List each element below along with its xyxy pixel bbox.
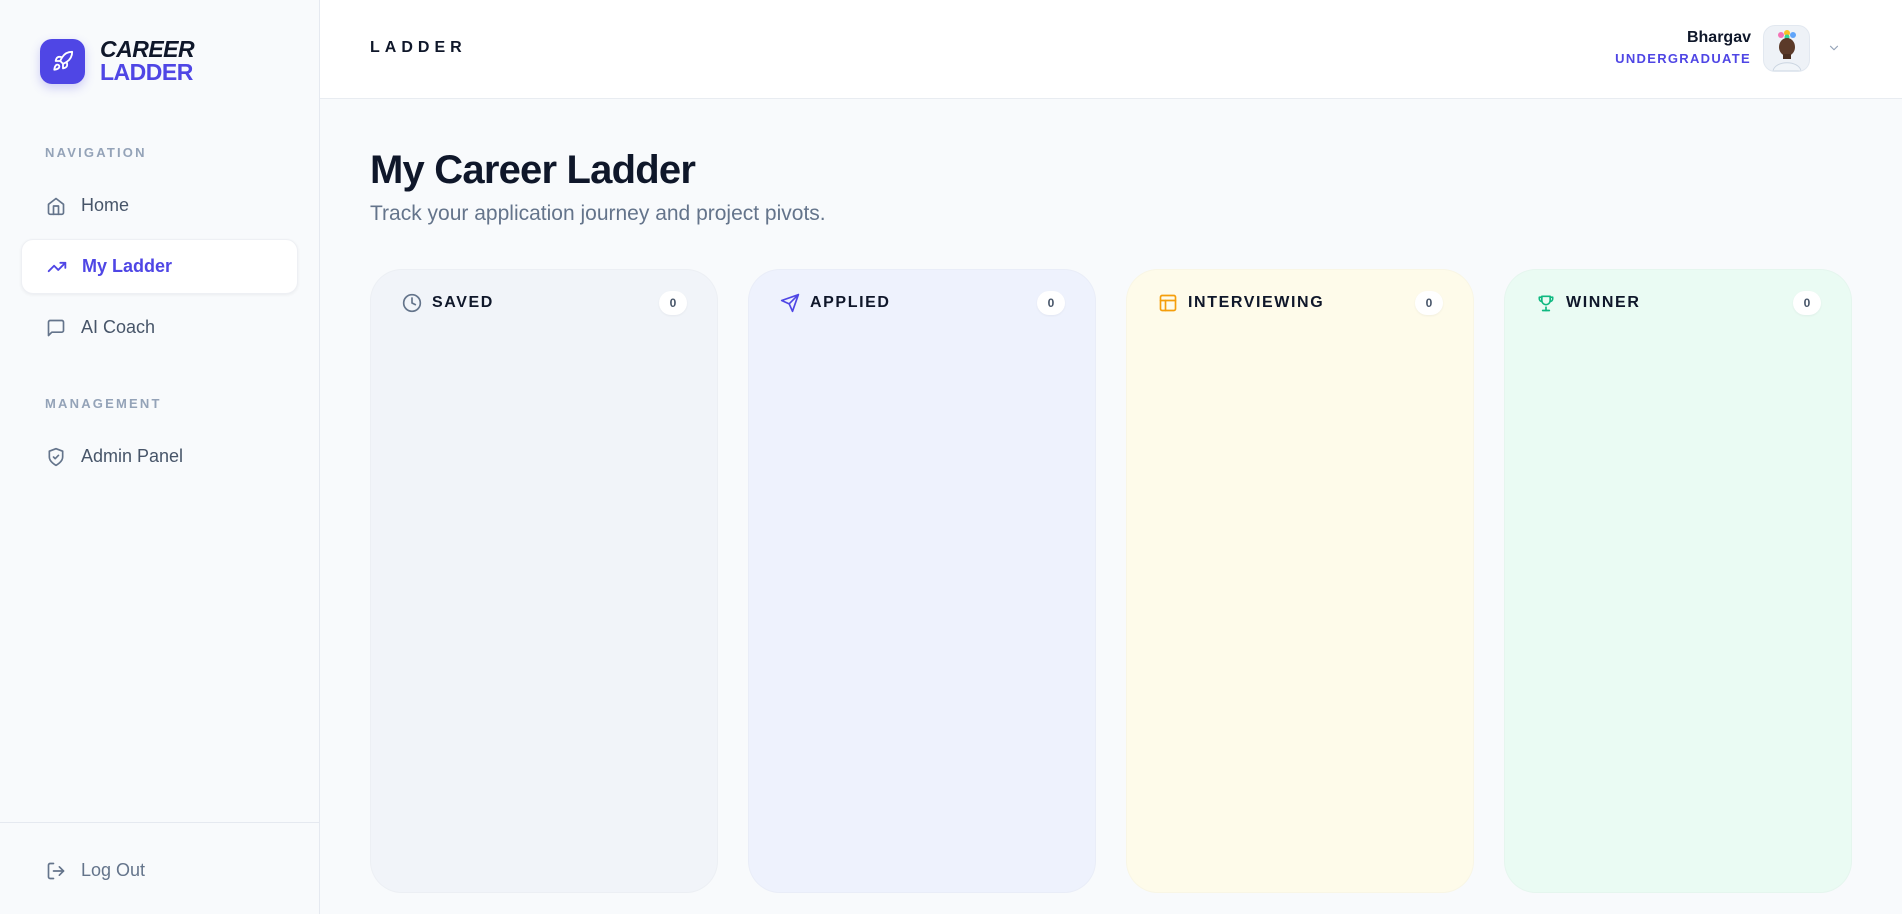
column-header: SAVED 0 (401, 290, 687, 316)
shield-icon (45, 446, 67, 468)
header-title: LADDER (370, 39, 467, 56)
logout-label: Log Out (81, 860, 146, 880)
column-header: INTERVIEWING 0 (1157, 290, 1443, 316)
page-title: My Career Ladder (370, 148, 696, 192)
sidebar-divider (0, 822, 320, 823)
sidebar-item-label: AI Coach (81, 317, 156, 337)
clock-icon (401, 292, 423, 314)
brand-line-1: CAREER (100, 36, 195, 62)
brand-line-2: LADDER (100, 59, 193, 85)
sidebar-item-my-ladder[interactable]: My Ladder (21, 239, 298, 294)
rocket-icon (40, 38, 85, 84)
column-label: WINNER (1566, 294, 1641, 311)
kanban-board: SAVED 0 APPLIED 0 INTERVIEWING 0 WINNER … (370, 269, 1852, 893)
user-name: Bhargav (1686, 29, 1751, 46)
trending-up-icon (46, 256, 68, 278)
column-header: WINNER 0 (1535, 290, 1821, 316)
sidebar-item-label: Admin Panel (81, 446, 184, 466)
logout-button[interactable]: Log Out (21, 843, 298, 898)
column-saved[interactable]: SAVED 0 (370, 269, 718, 893)
logout-icon (45, 860, 67, 882)
sidebar-item-label: My Ladder (82, 256, 173, 276)
avatar[interactable] (1763, 25, 1810, 72)
sidebar-item-home[interactable]: Home (21, 178, 298, 233)
layout-icon (1157, 292, 1179, 314)
column-label: APPLIED (810, 294, 891, 311)
sidebar-item-admin-panel[interactable]: Admin Panel (21, 429, 298, 484)
column-count-badge: 0 (1793, 291, 1821, 315)
app-logo[interactable]: CAREER LADDER (40, 36, 195, 85)
column-applied[interactable]: APPLIED 0 (748, 269, 1096, 893)
page-subtitle: Track your application journey and proje… (370, 202, 826, 225)
sidebar: CAREER LADDER NAVIGATION Home My Ladder (0, 0, 320, 914)
chat-icon (45, 317, 67, 339)
column-count-badge: 0 (1037, 291, 1065, 315)
chevron-down-icon[interactable] (1826, 40, 1842, 56)
home-icon (45, 195, 67, 217)
column-label: SAVED (432, 294, 494, 311)
column-header: APPLIED 0 (779, 290, 1065, 316)
section-label-management: MANAGEMENT (45, 396, 162, 411)
column-winner[interactable]: WINNER 0 (1504, 269, 1852, 893)
column-count-badge: 0 (1415, 291, 1443, 315)
send-icon (779, 292, 801, 314)
user-role: UNDERGRADUATE (1615, 51, 1751, 66)
column-count-badge: 0 (659, 291, 687, 315)
column-label: INTERVIEWING (1188, 294, 1325, 311)
section-label-navigation: NAVIGATION (45, 145, 147, 160)
sidebar-item-ai-coach[interactable]: AI Coach (21, 300, 298, 355)
brand-name: CAREER LADDER (100, 36, 195, 85)
sidebar-item-label: Home (81, 195, 130, 215)
top-header: LADDER Bhargav UNDERGRADUATE (320, 0, 1902, 99)
trophy-icon (1535, 292, 1557, 314)
column-interviewing[interactable]: INTERVIEWING 0 (1126, 269, 1474, 893)
